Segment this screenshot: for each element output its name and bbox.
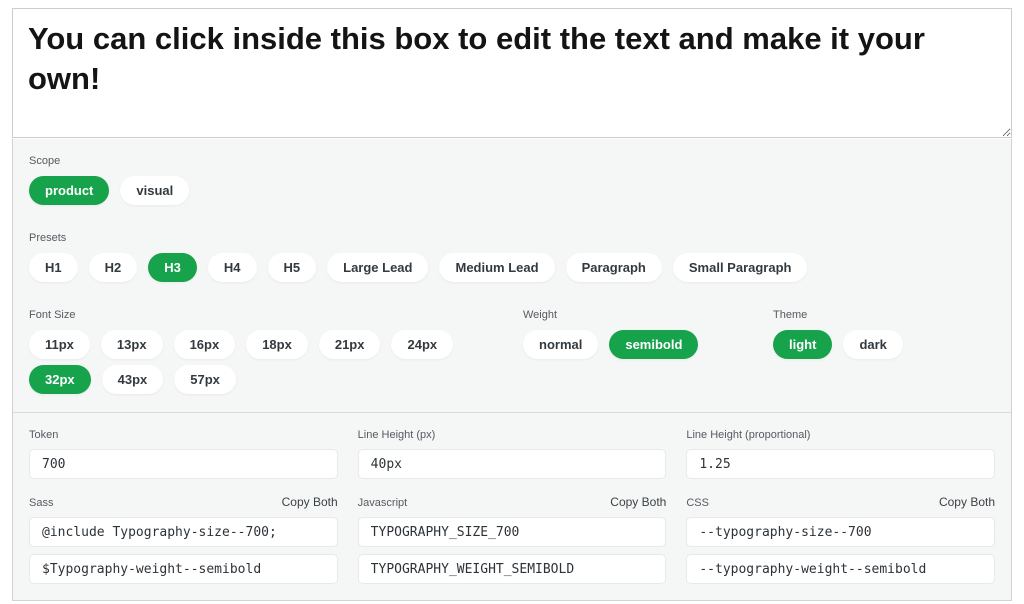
line-height-px-input[interactable] <box>358 449 667 479</box>
preset-pill-small-paragraph[interactable]: Small Paragraph <box>673 253 808 282</box>
font-size-pill-11px[interactable]: 11px <box>29 330 90 359</box>
code-outputs-row: Sass Copy Both Javascript Copy Both <box>29 495 995 584</box>
theme-pill-dark[interactable]: dark <box>843 330 902 359</box>
preset-pill-h1[interactable]: H1 <box>29 253 78 282</box>
javascript-size-output[interactable] <box>358 517 667 547</box>
preset-pill-h4[interactable]: H4 <box>208 253 257 282</box>
presets-section: Presets H1 H2 H3 H4 H5 Large Lead Medium… <box>29 232 995 282</box>
theme-section: Theme light dark <box>773 309 995 359</box>
css-weight-output[interactable] <box>686 554 995 584</box>
token-input[interactable] <box>29 449 338 479</box>
sass-weight-output[interactable] <box>29 554 338 584</box>
sass-size-output[interactable] <box>29 517 338 547</box>
token-fields-row: Token Line Height (px) Line Height (prop… <box>29 429 995 479</box>
font-size-pill-43px[interactable]: 43px <box>102 365 164 394</box>
font-size-pill-18px[interactable]: 18px <box>246 330 308 359</box>
typography-tool: You can click inside this box to edit th… <box>12 8 1012 601</box>
line-height-prop-field: Line Height (proportional) <box>686 429 995 479</box>
preset-pill-h3[interactable]: H3 <box>148 253 197 282</box>
weight-pill-semibold[interactable]: semibold <box>609 330 698 359</box>
token-field: Token <box>29 429 338 479</box>
outputs-area: Token Line Height (px) Line Height (prop… <box>13 412 1011 600</box>
scope-label: Scope <box>29 155 995 167</box>
font-size-label: Font Size <box>29 309 523 321</box>
css-copy-both-button[interactable]: Copy Both <box>939 495 995 509</box>
controls-panel: Scope product visual Presets H1 H2 H3 H4… <box>12 139 1012 601</box>
font-size-pill-24px[interactable]: 24px <box>391 330 453 359</box>
sass-copy-both-button[interactable]: Copy Both <box>282 495 338 509</box>
font-size-pill-13px[interactable]: 13px <box>101 330 163 359</box>
javascript-output: Javascript Copy Both <box>358 495 667 584</box>
preset-pill-large-lead[interactable]: Large Lead <box>327 253 428 282</box>
line-height-px-field: Line Height (px) <box>358 429 667 479</box>
preset-pill-h2[interactable]: H2 <box>89 253 138 282</box>
line-height-prop-label: Line Height (proportional) <box>686 429 810 441</box>
font-size-options: 11px 13px 16px 18px 21px 24px 32px 43px … <box>29 330 499 394</box>
font-size-pill-16px[interactable]: 16px <box>174 330 236 359</box>
presets-label: Presets <box>29 232 995 244</box>
javascript-label: Javascript <box>358 497 408 509</box>
theme-pill-light[interactable]: light <box>773 330 832 359</box>
weight-options: normal semibold <box>523 330 773 359</box>
font-size-pill-57px[interactable]: 57px <box>174 365 236 394</box>
preset-pill-medium-lead[interactable]: Medium Lead <box>439 253 554 282</box>
token-label: Token <box>29 429 58 441</box>
preview-textarea[interactable]: You can click inside this box to edit th… <box>12 8 1012 138</box>
weight-pill-normal[interactable]: normal <box>523 330 598 359</box>
css-size-output[interactable] <box>686 517 995 547</box>
preset-pill-h5[interactable]: H5 <box>268 253 317 282</box>
css-label: CSS <box>686 497 709 509</box>
font-size-section: Font Size 11px 13px 16px 18px 21px 24px … <box>29 309 523 394</box>
scope-section: Scope product visual <box>29 155 995 205</box>
sass-label: Sass <box>29 497 53 509</box>
css-output: CSS Copy Both <box>686 495 995 584</box>
size-weight-theme-row: Font Size 11px 13px 16px 18px 21px 24px … <box>29 309 995 394</box>
font-size-pill-32px[interactable]: 32px <box>29 365 91 394</box>
scope-options: product visual <box>29 176 995 205</box>
scope-pill-visual[interactable]: visual <box>120 176 189 205</box>
theme-options: light dark <box>773 330 995 359</box>
javascript-copy-both-button[interactable]: Copy Both <box>610 495 666 509</box>
sass-output: Sass Copy Both <box>29 495 338 584</box>
preset-pill-paragraph[interactable]: Paragraph <box>566 253 662 282</box>
scope-pill-product[interactable]: product <box>29 176 109 205</box>
line-height-px-label: Line Height (px) <box>358 429 436 441</box>
line-height-prop-input[interactable] <box>686 449 995 479</box>
weight-label: Weight <box>523 309 773 321</box>
javascript-weight-output[interactable] <box>358 554 667 584</box>
controls-area: Scope product visual Presets H1 H2 H3 H4… <box>13 139 1011 412</box>
font-size-pill-21px[interactable]: 21px <box>319 330 381 359</box>
weight-section: Weight normal semibold <box>523 309 773 359</box>
theme-label: Theme <box>773 309 995 321</box>
presets-options: H1 H2 H3 H4 H5 Large Lead Medium Lead Pa… <box>29 253 995 282</box>
